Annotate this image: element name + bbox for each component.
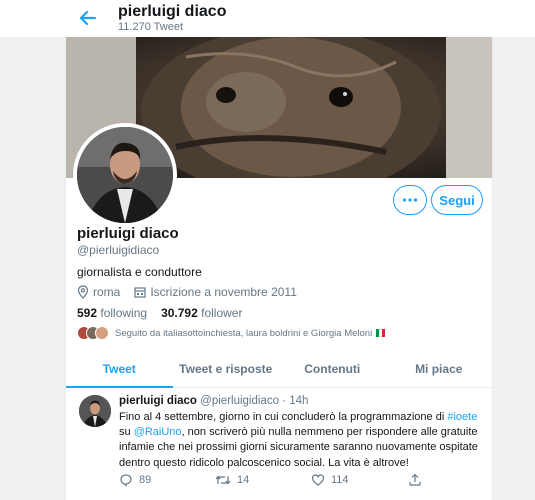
back-arrow-icon[interactable] [76,6,100,30]
tweet-text-part: su [119,426,134,439]
reply-count: 89 [139,474,152,486]
profile-joined: Iscrizione a novembre 2011 [150,285,297,299]
tab-mi-piace[interactable]: Mi piace [386,350,493,387]
ellipsis-icon [402,198,418,202]
followers-count: 30.792 [161,306,198,320]
hashtag-link[interactable]: #ioete [447,411,477,423]
following-link[interactable]: 592 following [77,306,147,320]
reply-icon [120,474,132,487]
followed-by[interactable]: Seguito da italiasottoinchiesta, laura b… [77,325,386,341]
like-count: 114 [331,474,349,486]
like-button[interactable]: 114 [311,473,349,487]
share-button[interactable] [408,473,422,487]
tab-contenuti[interactable]: Contenuti [279,350,386,387]
tab-tweet[interactable]: Tweet [66,350,173,388]
profile-name: pierluigi diaco [77,225,179,242]
mention-link[interactable]: @RaiUno [134,426,182,438]
tweet-item[interactable]: pierluigi diaco @pierluigidiaco · 14h Fi… [66,389,492,500]
more-options-button[interactable] [393,185,427,215]
profile-header-bar: pierluigi diaco 11.270 Tweet [0,0,535,37]
followers-link[interactable]: 30.792 follower [161,306,242,320]
tweet-time[interactable]: 14h [289,395,308,407]
tweet-separator: · [282,395,287,407]
profile-meta: roma Iscrizione a novembre 2011 [77,285,297,299]
header-title: pierluigi diaco [118,3,227,20]
profile-location: roma [93,285,121,299]
reply-button[interactable]: 89 [119,473,151,487]
following-label: following [100,306,148,320]
tweet-handle[interactable]: @pierluigidiaco [200,395,279,407]
tweet-header: pierluigi diaco @pierluigidiaco · 14h [119,395,308,407]
profile-counts: 592 following 30.792 follower [77,306,242,320]
tweet-text-part: Fino al 4 settembre, giorno in cui concl… [119,411,448,423]
follow-button[interactable]: Segui [431,185,483,215]
heart-icon [311,474,325,486]
tweet-author[interactable]: pierluigi diaco [119,395,197,407]
following-count: 592 [77,306,98,320]
profile-tabs: Tweet Tweet e risposte Contenuti Mi piac… [66,350,492,388]
followers-label: follower [201,306,243,320]
profile-avatar[interactable] [73,123,177,227]
profile-handle: @pierluigidiaco [77,243,160,257]
retweet-button[interactable]: 14 [215,473,249,487]
header-tweet-count: 11.270 Tweet [118,21,184,33]
italy-flag-icon [376,329,386,337]
share-icon [409,473,421,486]
retweet-icon [215,475,231,485]
retweet-count: 14 [237,474,250,486]
calendar-icon [134,286,146,298]
tab-tweet-e-risposte[interactable]: Tweet e risposte [173,350,280,387]
follower-avatar [95,326,109,340]
tweet-text: Fino al 4 settembre, giorno in cui concl… [119,410,479,471]
profile-bio: giornalista e conduttore [77,265,202,279]
location-icon [77,285,89,299]
tweet-avatar[interactable] [79,395,111,427]
followed-by-text: Seguito da italiasottoinchiesta, laura b… [115,327,373,339]
